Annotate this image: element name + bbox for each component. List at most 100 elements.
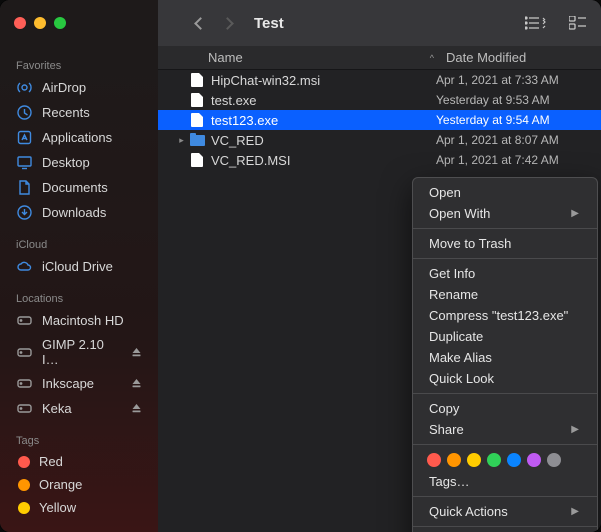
back-button[interactable] xyxy=(194,17,207,30)
close-button[interactable] xyxy=(14,17,26,29)
sidebar-item-documents[interactable]: Documents xyxy=(0,175,158,200)
menu-item-open[interactable]: Open xyxy=(413,182,597,203)
sidebar-item-gimp-2-10-i-[interactable]: GIMP 2.10 I… xyxy=(0,333,158,371)
menu-item-label: Quick Look xyxy=(429,371,494,386)
maximize-button[interactable] xyxy=(54,17,66,29)
window-title: Test xyxy=(254,15,284,32)
menu-item-open-with[interactable]: Open With▶ xyxy=(413,203,597,224)
menu-item-share[interactable]: Share▶ xyxy=(413,419,597,440)
disk-icon xyxy=(16,400,33,417)
file-name: test123.exe xyxy=(211,113,436,128)
sidebar-item-label: Keka xyxy=(42,401,72,416)
sidebar-item-desktop[interactable]: Desktop xyxy=(0,150,158,175)
eject-icon[interactable] xyxy=(131,378,142,389)
sidebar-tag-red[interactable]: Red xyxy=(0,450,158,473)
menu-item-quick-look[interactable]: Quick Look xyxy=(413,368,597,389)
folder-icon xyxy=(190,135,205,146)
sidebar-item-airdrop[interactable]: AirDrop xyxy=(0,75,158,100)
file-date: Yesterday at 9:54 AM xyxy=(436,113,601,127)
menu-item-label: Open xyxy=(429,185,461,200)
file-row[interactable]: HipChat-win32.msiApr 1, 2021 at 7:33 AM xyxy=(158,70,601,90)
tag-color-swatch[interactable] xyxy=(507,453,521,467)
document-icon xyxy=(191,73,203,87)
menu-item-label: Quick Actions xyxy=(429,504,508,519)
sidebar-item-label: Red xyxy=(39,454,63,469)
sidebar-item-applications[interactable]: Applications xyxy=(0,125,158,150)
sidebar: Favorites AirDrop Recents Applications Desk… xyxy=(0,46,158,532)
sidebar-item-label: Recents xyxy=(42,105,90,120)
menu-item-label: Copy xyxy=(429,401,459,416)
menu-separator xyxy=(413,228,597,229)
documents-icon xyxy=(16,179,33,196)
tag-color-icon xyxy=(18,456,30,468)
sidebar-tag-yellow[interactable]: Yellow xyxy=(0,496,158,519)
forward-button[interactable] xyxy=(221,17,234,30)
file-row[interactable]: test123.exeYesterday at 9:54 AM xyxy=(158,110,601,130)
eject-icon[interactable] xyxy=(131,347,142,358)
file-name: VC_RED xyxy=(211,133,436,148)
sidebar-item-inkscape[interactable]: Inkscape xyxy=(0,371,158,396)
menu-item-copy[interactable]: Copy xyxy=(413,398,597,419)
sidebar-item-label: GIMP 2.10 I… xyxy=(42,337,122,367)
section-locations: Locations xyxy=(0,287,158,308)
sidebar-item-macintosh-hd[interactable]: Macintosh HD xyxy=(0,308,158,333)
sidebar-item-icloud-drive[interactable]: iCloud Drive xyxy=(0,254,158,279)
file-row[interactable]: ▸VC_REDApr 1, 2021 at 8:07 AM xyxy=(158,130,601,150)
sidebar-item-label: Documents xyxy=(42,180,108,195)
sidebar-item-downloads[interactable]: Downloads xyxy=(0,200,158,225)
file-row[interactable]: test.exeYesterday at 9:53 AM xyxy=(158,90,601,110)
menu-item-make-alias[interactable]: Make Alias xyxy=(413,347,597,368)
tag-color-swatch[interactable] xyxy=(467,453,481,467)
section-favorites: Favorites xyxy=(0,54,158,75)
minimize-button[interactable] xyxy=(34,17,46,29)
column-name[interactable]: Name xyxy=(208,50,243,65)
titlebar: Test xyxy=(0,0,601,46)
file-row[interactable]: VC_RED.MSIApr 1, 2021 at 7:42 AM xyxy=(158,150,601,170)
sidebar-item-label: Downloads xyxy=(42,205,106,220)
menu-item-label: Open With xyxy=(429,206,490,221)
tag-color-swatch[interactable] xyxy=(487,453,501,467)
menu-separator xyxy=(413,526,597,527)
submenu-icon: ▶ xyxy=(571,424,579,435)
document-icon xyxy=(191,113,203,127)
sidebar-item-label: Desktop xyxy=(42,155,90,170)
disclosure-icon[interactable]: ▸ xyxy=(176,135,187,146)
file-list-area: Name ^ Date Modified HipChat-win32.msiAp… xyxy=(158,46,601,532)
finder-window: Test Favorites AirDrop Recents Application… xyxy=(0,0,601,532)
file-date: Apr 1, 2021 at 7:33 AM xyxy=(436,73,601,87)
sidebar-tag-orange[interactable]: Orange xyxy=(0,473,158,496)
eject-icon[interactable] xyxy=(131,403,142,414)
menu-item-tags[interactable]: Tags… xyxy=(413,471,597,492)
disk-icon xyxy=(16,312,33,329)
menu-separator xyxy=(413,444,597,445)
context-menu: OpenOpen With▶Move to TrashGet InfoRenam… xyxy=(412,177,598,532)
menu-item-duplicate[interactable]: Duplicate xyxy=(413,326,597,347)
sidebar-item-recents[interactable]: Recents xyxy=(0,100,158,125)
sidebar-item-label: Yellow xyxy=(39,500,76,515)
column-date[interactable]: Date Modified xyxy=(446,50,601,65)
tag-color-swatch[interactable] xyxy=(547,453,561,467)
menu-item-get-info[interactable]: Get Info xyxy=(413,263,597,284)
sort-indicator-icon[interactable]: ^ xyxy=(430,53,434,63)
sidebar-item-label: Inkscape xyxy=(42,376,94,391)
sidebar-item-keka[interactable]: Keka xyxy=(0,396,158,421)
menu-item-move-to-trash[interactable]: Move to Trash xyxy=(413,233,597,254)
airdrop-icon xyxy=(16,79,33,96)
menu-item-label: Get Info xyxy=(429,266,475,281)
menu-item-quick-actions[interactable]: Quick Actions ▶ xyxy=(413,501,597,522)
icloud-icon xyxy=(16,258,33,275)
submenu-icon: ▶ xyxy=(571,506,579,517)
view-list-icon[interactable] xyxy=(525,16,547,30)
menu-item-compress-test123-exe[interactable]: Compress "test123.exe" xyxy=(413,305,597,326)
group-icon[interactable] xyxy=(569,16,587,30)
file-name: test.exe xyxy=(211,93,436,108)
tag-color-swatch[interactable] xyxy=(427,453,441,467)
menu-item-label: Compress "test123.exe" xyxy=(429,308,568,323)
sidebar-item-label: iCloud Drive xyxy=(42,259,113,274)
menu-item-rename[interactable]: Rename xyxy=(413,284,597,305)
tag-color-swatch[interactable] xyxy=(527,453,541,467)
tag-color-swatch[interactable] xyxy=(447,453,461,467)
disk-icon xyxy=(16,375,33,392)
sidebar-item-label: Macintosh HD xyxy=(42,313,124,328)
downloads-icon xyxy=(16,204,33,221)
